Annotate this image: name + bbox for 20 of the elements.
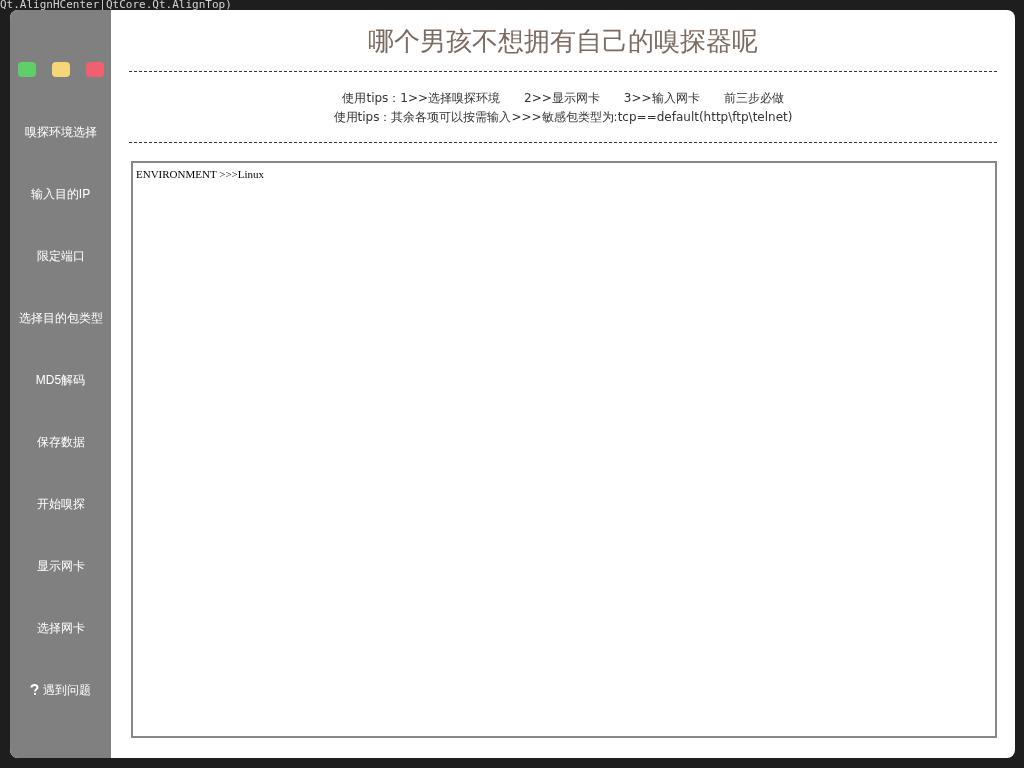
sidebar-item[interactable]: 选择目的包类型 (10, 287, 111, 349)
sidebar-item[interactable]: MD5解码 (10, 349, 111, 411)
tip-text: 使用tips：1>>选择嗅探环境 2>>显示网卡 3>>输入网卡 前三步必做 (342, 90, 784, 107)
question-icon (30, 684, 39, 696)
code-line: Qt.AlignHCenter|QtCore.Qt.AlignTop) (0, 0, 232, 10)
sidebar-item[interactable]: 保存数据 (10, 411, 111, 473)
sidebar-item[interactable]: 遇到问题 (10, 659, 111, 721)
window-control-button[interactable] (17, 62, 36, 77)
output-line: ENVIRONMENT >>>Linux (136, 167, 266, 181)
sidebar-item[interactable]: 选择网卡 (10, 597, 111, 659)
window-control-button[interactable] (51, 62, 70, 77)
sidebar-item[interactable]: 嗅探环境选择 (10, 101, 111, 163)
sidebar-item[interactable]: 开始嗅探 (10, 473, 111, 535)
sidebar-item[interactable]: 限定端口 (10, 225, 111, 287)
sidebar-item[interactable]: 输入目的IP (10, 163, 111, 225)
window-control-button[interactable] (85, 62, 104, 77)
sidebar-item[interactable]: 显示网卡 (10, 535, 111, 597)
window-title: 哪个男孩不想拥有自己的嗅探器呢 (368, 25, 758, 58)
output-text-area[interactable]: ENVIRONMENT >>>Linux (131, 161, 997, 738)
tip-text: 使用tips：其余各项可以按需输入>>>敏感包类型为:tcp==default(http\ftp\telnet) (333, 109, 793, 126)
